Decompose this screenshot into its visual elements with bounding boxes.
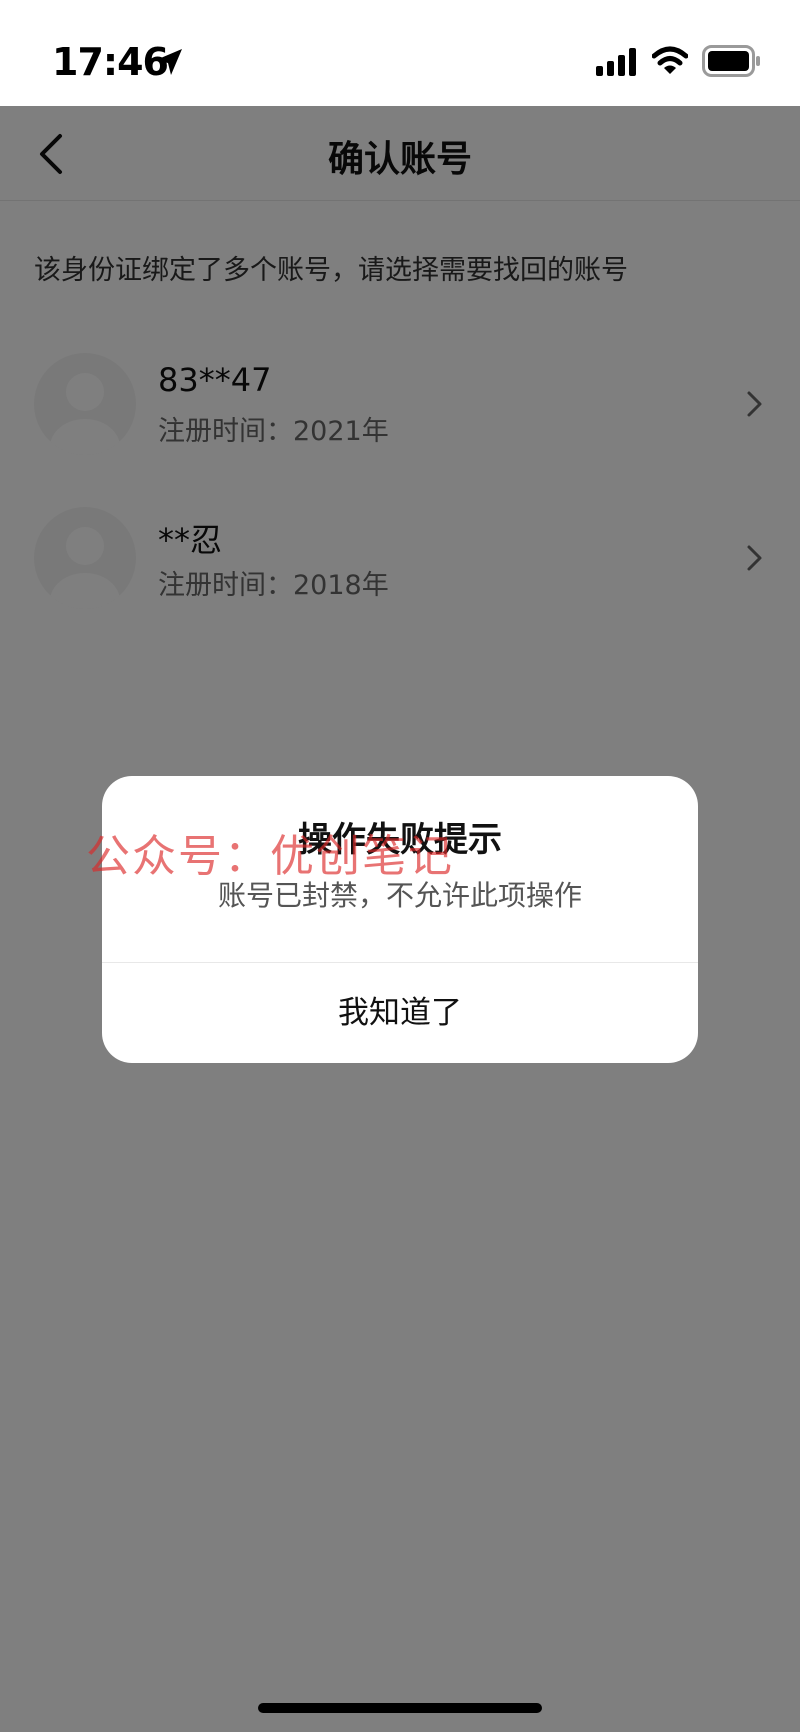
- home-indicator[interactable]: [258, 1703, 542, 1713]
- location-arrow-icon: [156, 49, 182, 75]
- status-time: 17:46: [52, 40, 169, 84]
- signal-icon: [596, 48, 636, 76]
- status-bar: 17:46: [0, 0, 800, 106]
- watermark: 公众号：优创笔记: [86, 831, 454, 882]
- acknowledge-button[interactable]: 我知道了: [102, 963, 698, 1063]
- wifi-icon: [652, 46, 688, 74]
- battery-icon: [702, 45, 760, 77]
